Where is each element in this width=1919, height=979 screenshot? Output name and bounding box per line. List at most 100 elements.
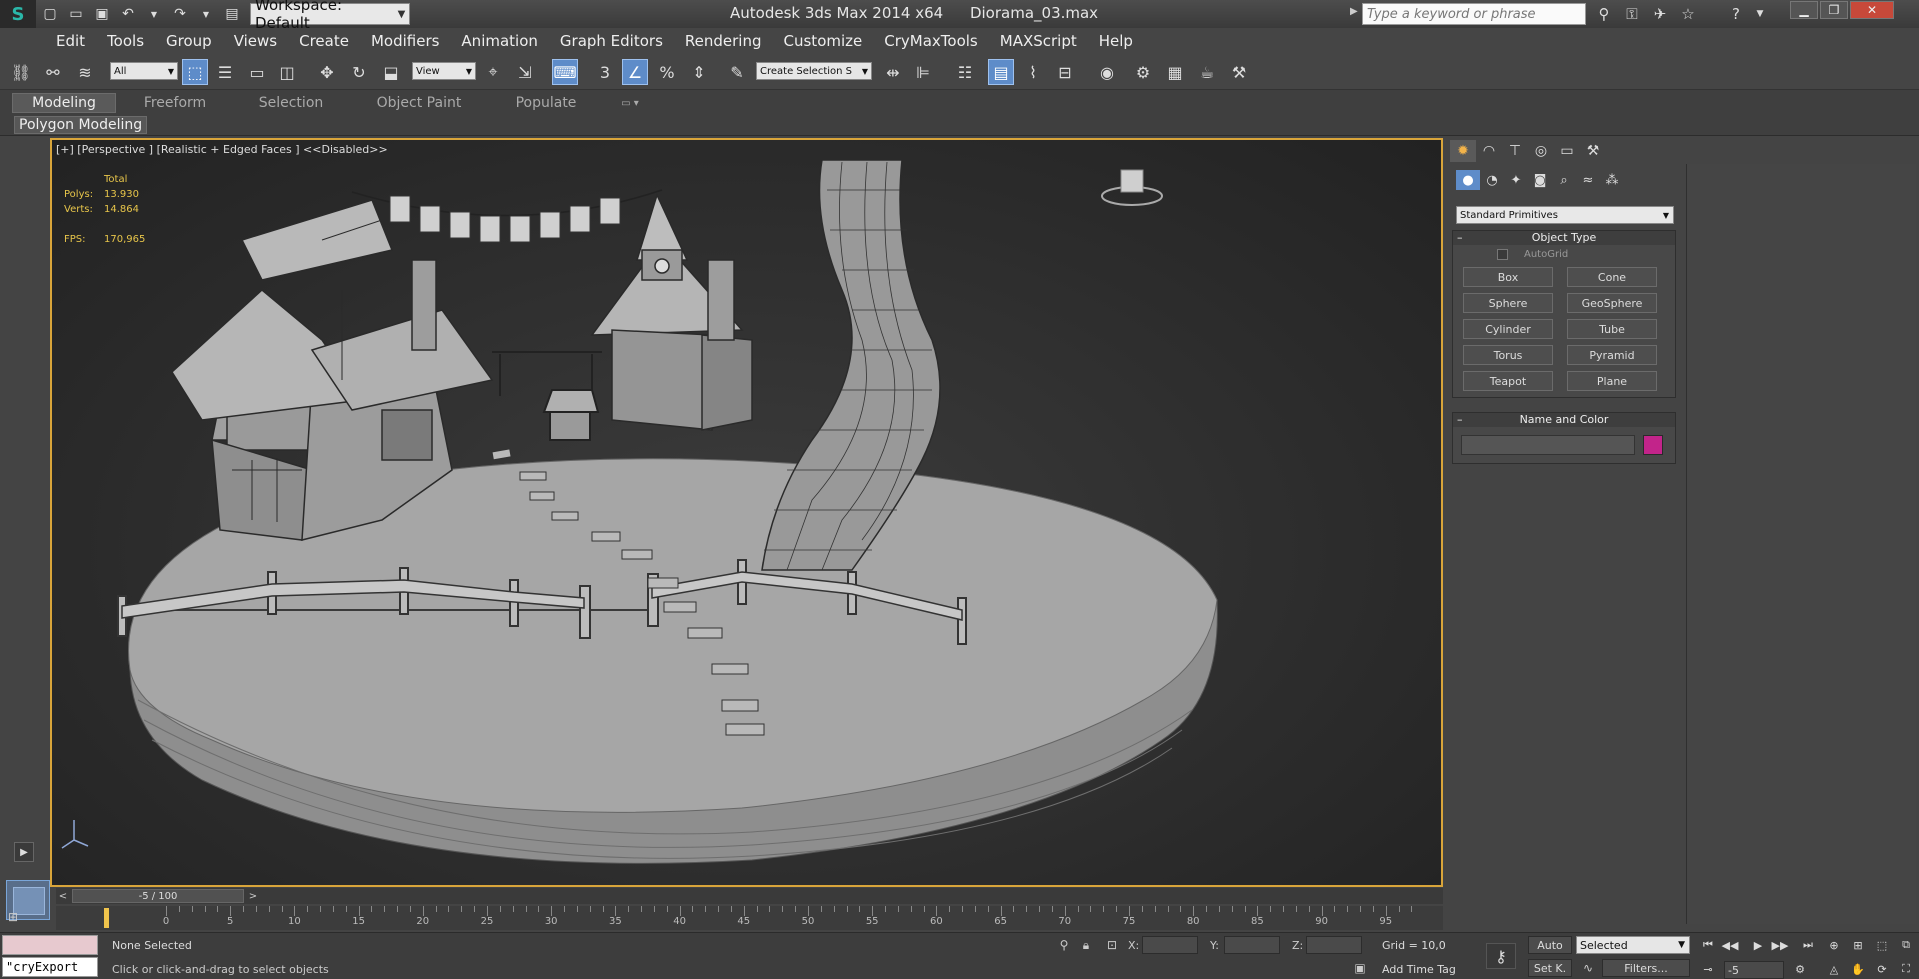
layer-manager-icon[interactable]: ☷ <box>952 59 978 85</box>
selection-filter-dropdown[interactable]: All ▼ <box>110 62 178 80</box>
key-mode-dropdown[interactable]: Selected ▼ <box>1576 936 1690 954</box>
tab-object-paint[interactable]: Object Paint <box>370 93 468 113</box>
cone-button[interactable]: Cone <box>1567 267 1657 287</box>
sphere-button[interactable]: Sphere <box>1463 293 1553 313</box>
open-file-icon[interactable]: ▭ <box>64 3 88 25</box>
modify-tab-icon[interactable]: ◠ <box>1476 140 1502 162</box>
zoom-icon[interactable]: ⊕ <box>1824 936 1844 954</box>
window-crossing-icon[interactable]: ◫ <box>274 59 300 85</box>
reference-coordinate-dropdown[interactable]: View ▼ <box>412 62 476 80</box>
zoom-all-icon[interactable]: ⊞ <box>1848 936 1868 954</box>
lights-icon[interactable]: ✦ <box>1504 170 1528 190</box>
set-keys-key-icon[interactable]: ⚷ <box>1486 943 1516 969</box>
teapot-button[interactable]: Teapot <box>1463 371 1553 391</box>
perspective-viewport[interactable]: [+] [Perspective ] [Realistic + Edged Fa… <box>50 138 1443 887</box>
subscription-key-icon[interactable]: ⚿ <box>1620 3 1644 25</box>
absolute-mode-transform-icon[interactable]: ⊡ <box>1102 936 1122 954</box>
time-cursor[interactable] <box>104 908 109 928</box>
selection-lock-icon[interactable]: 🔒︎ <box>1076 936 1096 954</box>
z-coord-input[interactable] <box>1306 936 1362 954</box>
systems-icon[interactable]: ⁂ <box>1600 170 1624 190</box>
pan-view-icon[interactable]: ✋ <box>1848 960 1868 978</box>
infocenter-search-input[interactable]: Type a keyword or phrase <box>1362 3 1586 25</box>
undo-dropdown-icon[interactable]: ▼ <box>142 3 166 25</box>
render-in-cloud-icon[interactable]: ⚒ <box>1226 59 1252 85</box>
tube-button[interactable]: Tube <box>1567 319 1657 339</box>
render-production-icon[interactable]: ☕ <box>1194 59 1220 85</box>
binoculars-icon[interactable]: ⚲ <box>1592 3 1616 25</box>
time-tag-icon[interactable]: ▣ <box>1350 959 1370 977</box>
zoom-extents-icon[interactable]: ⬚ <box>1872 936 1892 954</box>
select-and-rotate-icon[interactable]: ↻ <box>346 59 372 85</box>
menu-group[interactable]: Group <box>166 32 212 50</box>
graphite-modeling-tools-icon[interactable]: ▤ <box>988 59 1014 85</box>
maxscript-listener-output[interactable] <box>2 935 98 955</box>
rectangular-selection-region-icon[interactable]: ▭ <box>244 59 270 85</box>
select-by-name-icon[interactable]: ☰ <box>212 59 238 85</box>
geosphere-button[interactable]: GeoSphere <box>1567 293 1657 313</box>
project-folder-icon[interactable]: ▤ <box>220 3 244 25</box>
percent-snap-toggle-icon[interactable]: % <box>654 59 680 85</box>
object-category-dropdown[interactable]: Standard Primitives ▼ <box>1456 206 1674 224</box>
polygon-modeling-panel[interactable]: Polygon Modeling <box>14 116 148 134</box>
next-key-icon[interactable]: ▶▶ <box>1770 936 1790 954</box>
menu-rendering[interactable]: Rendering <box>685 32 762 50</box>
track-bar[interactable]: 0 5 10 15 20 25 30 35 40 45 50 55 60 65 70 75 80 85 90 95 <box>56 906 1443 930</box>
restore-button[interactable]: ❐ <box>1820 1 1848 19</box>
orbit-icon[interactable]: ⟳ <box>1872 960 1892 978</box>
utilities-tab-icon[interactable]: ⚒ <box>1580 140 1606 162</box>
ribbon-options-icon[interactable]: ▭ ▾ <box>612 93 648 113</box>
menu-crymaxtools[interactable]: CryMaxTools <box>884 32 977 50</box>
keyboard-shortcut-override-icon[interactable]: ⌨ <box>552 59 578 85</box>
close-button[interactable]: ✕ <box>1850 1 1894 19</box>
maximize-viewport-icon[interactable]: ⛶ <box>1896 960 1916 978</box>
application-menu-button[interactable]: S <box>0 0 36 28</box>
key-filters-button[interactable]: Filters... <box>1602 959 1690 977</box>
new-scene-icon[interactable]: ▢ <box>38 3 62 25</box>
menu-graph-editors[interactable]: Graph Editors <box>560 32 663 50</box>
schematic-view-icon[interactable]: ⊟ <box>1052 59 1078 85</box>
menu-help[interactable]: Help <box>1099 32 1133 50</box>
help-icon[interactable]: ? <box>1724 3 1748 25</box>
isolate-selection-icon[interactable]: ⚲ <box>1054 936 1074 954</box>
object-name-input[interactable] <box>1461 435 1635 455</box>
play-icon[interactable]: ▶ <box>14 842 34 862</box>
favorites-star-icon[interactable]: ☆ <box>1676 3 1700 25</box>
y-coord-input[interactable] <box>1224 936 1280 954</box>
select-and-move-icon[interactable]: ✥ <box>314 59 340 85</box>
menu-customize[interactable]: Customize <box>784 32 863 50</box>
menu-maxscript[interactable]: MAXScript <box>1000 32 1077 50</box>
select-and-scale-icon[interactable]: ⬓ <box>378 59 404 85</box>
field-of-view-icon[interactable]: ◬ <box>1824 960 1844 978</box>
tab-freeform[interactable]: Freeform <box>128 93 222 113</box>
time-slider-handle[interactable]: -5 / 100 <box>72 889 244 903</box>
communication-icon[interactable]: ✈ <box>1648 3 1672 25</box>
named-selection-sets-dropdown[interactable]: Create Selection S ▼ <box>756 62 872 80</box>
set-key-button[interactable]: Set K. <box>1528 959 1572 977</box>
object-color-swatch[interactable] <box>1643 435 1663 455</box>
redo-dropdown-icon[interactable]: ▼ <box>194 3 218 25</box>
box-button[interactable]: Box <box>1463 267 1553 287</box>
spinner-snap-toggle-icon[interactable]: ⇕ <box>686 59 712 85</box>
menu-modifiers[interactable]: Modifiers <box>371 32 439 50</box>
render-setup-icon[interactable]: ⚙ <box>1130 59 1156 85</box>
add-time-tag-button[interactable]: Add Time Tag <box>1382 963 1456 976</box>
select-manipulate-icon[interactable]: ⇲ <box>512 59 538 85</box>
go-to-start-icon[interactable]: ⏮ <box>1698 936 1718 954</box>
menu-animation[interactable]: Animation <box>461 32 537 50</box>
create-tab-icon[interactable]: ✹ <box>1450 140 1476 162</box>
zoom-extents-all-icon[interactable]: ⧉ <box>1896 936 1916 954</box>
material-editor-icon[interactable]: ◉ <box>1094 59 1120 85</box>
time-configuration-icon[interactable]: ⚙ <box>1790 960 1810 978</box>
bind-to-space-warp-icon[interactable]: ≋ <box>72 59 98 85</box>
angle-snap-toggle-icon[interactable]: ∠ <box>622 59 648 85</box>
auto-key-button[interactable]: Auto <box>1528 936 1572 954</box>
geometry-icon[interactable]: ● <box>1456 170 1480 190</box>
redo-icon[interactable]: ↷ <box>168 3 192 25</box>
viewport-label-menu[interactable]: [+] [Perspective ] [Realistic + Edged Fa… <box>56 143 388 156</box>
select-object-icon[interactable]: ⬚ <box>182 59 208 85</box>
cameras-icon[interactable]: ◙ <box>1528 170 1552 190</box>
motion-tab-icon[interactable]: ◎ <box>1528 140 1554 162</box>
shapes-icon[interactable]: ◔ <box>1480 170 1504 190</box>
previous-frame-icon[interactable]: < <box>56 889 70 903</box>
